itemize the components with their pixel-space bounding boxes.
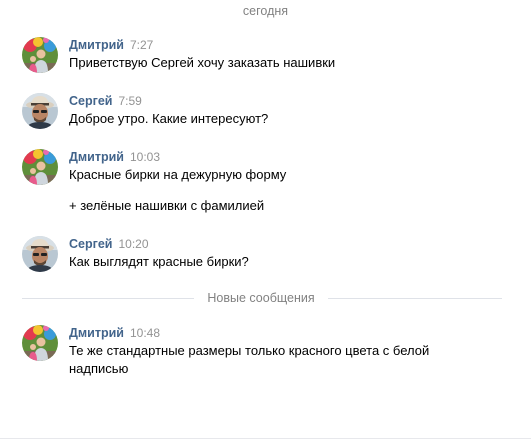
divider-line	[22, 298, 194, 299]
date-divider: сегодня	[242, 4, 289, 18]
message-header: Дмитрий 7:27	[69, 37, 509, 53]
new-messages-divider: Новые сообщения	[22, 290, 502, 308]
new-messages-label: Новые сообщения	[207, 291, 315, 305]
message-text: Приветствую Сергей хочу заказать нашивки	[69, 55, 336, 70]
message-body: Сергей 7:59 Доброе утро. Какие интересуют…	[69, 93, 509, 128]
message-time[interactable]: 7:59	[118, 94, 141, 108]
message-text: Красные бирки на дежурную форму	[69, 167, 287, 182]
message-body: Дмитрий 10:48 Те же стандартные размеры т…	[69, 325, 509, 378]
message-text: Как выглядят красные бирки?	[69, 254, 249, 269]
message-time[interactable]: 10:20	[118, 237, 148, 251]
message-text-continuation: + зелёные нашивки с фамилией	[69, 198, 265, 213]
avatar-sergey[interactable]	[22, 93, 58, 129]
avatar-dmitry[interactable]	[22, 37, 58, 73]
message-text: Те же стандартные размеры только красног…	[69, 343, 430, 376]
avatar-dmitry[interactable]	[22, 149, 58, 185]
avatar-dmitry[interactable]	[22, 325, 58, 361]
author-name[interactable]: Дмитрий	[69, 38, 124, 52]
message-header: Дмитрий 10:48	[69, 325, 509, 341]
message-body: Сергей 10:20 Как выглядят красные бирки?	[69, 236, 509, 271]
chat-history: сегодня Дмитрий 7:27 Приветствую Сергей х…	[0, 0, 531, 442]
message-body: Дмитрий 10:03 Красные бирки на дежурную ф…	[69, 149, 509, 215]
composer-separator	[0, 438, 531, 439]
avatar-sergey[interactable]	[22, 236, 58, 272]
message-time[interactable]: 10:03	[130, 150, 160, 164]
message-body: Дмитрий 7:27 Приветствую Сергей хочу зака…	[69, 37, 509, 72]
message-header: Сергей 7:59	[69, 93, 509, 109]
author-name[interactable]: Дмитрий	[69, 326, 124, 340]
author-name[interactable]: Сергей	[69, 237, 112, 251]
author-name[interactable]: Сергей	[69, 94, 112, 108]
message-time[interactable]: 7:27	[130, 38, 153, 52]
author-name[interactable]: Дмитрий	[69, 150, 124, 164]
message-time[interactable]: 10:48	[130, 326, 160, 340]
message-header: Сергей 10:20	[69, 236, 509, 252]
divider-line	[328, 298, 502, 299]
message-text: Доброе утро. Какие интересуют?	[69, 111, 269, 126]
message-header: Дмитрий 10:03	[69, 149, 509, 165]
